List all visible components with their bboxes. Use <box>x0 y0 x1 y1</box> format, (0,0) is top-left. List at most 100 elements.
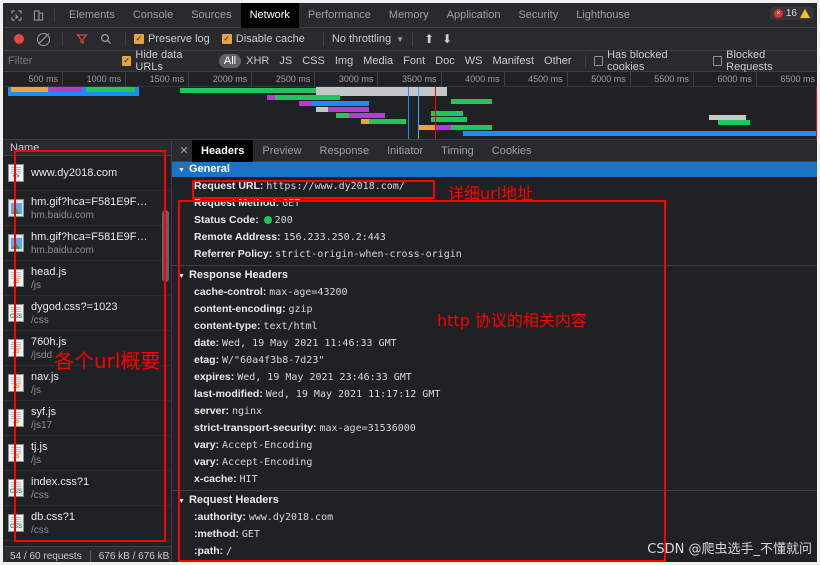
export-har-icon[interactable]: ⬇ <box>439 32 455 46</box>
header-row: etag: W/"60a4f3b8-7d23" <box>172 351 820 368</box>
header-key: last-modified: <box>194 387 266 400</box>
blocked-requests-checkbox[interactable]: Blocked Requests <box>712 49 810 73</box>
filter-type-media[interactable]: Media <box>358 55 398 67</box>
section-general[interactable]: ▼ General <box>172 162 820 177</box>
filter-type-img[interactable]: Img <box>330 55 358 67</box>
header-value: nginx <box>231 405 263 417</box>
request-name: bbs_btn.gif <box>31 546 85 547</box>
filter-type-xhr[interactable]: XHR <box>241 55 274 67</box>
filter-type-other[interactable]: Other <box>539 55 577 67</box>
tab-console[interactable]: Console <box>124 3 182 28</box>
request-row-text: dygod.css?=1023/css <box>31 301 118 326</box>
header-value: GET <box>282 197 301 209</box>
network-overview[interactable]: 500 ms 1000 ms 1500 ms 2000 ms 2500 ms 3000 m… <box>0 72 820 140</box>
header-value: GET <box>241 528 260 540</box>
tab-preview[interactable]: Preview <box>253 140 310 162</box>
request-row[interactable]: CSS db.css?1/css <box>0 506 171 541</box>
overview-request-bar <box>348 113 386 118</box>
tab-sources[interactable]: Sources <box>182 3 240 28</box>
filter-input[interactable]: Filter <box>8 55 122 67</box>
preserve-log-checkbox[interactable]: ✓ Preserve log <box>134 33 210 45</box>
timeline-tick: 500 ms <box>0 72 64 87</box>
import-har-icon[interactable]: ⬆ <box>421 32 437 46</box>
filter-funnel-icon[interactable] <box>71 29 93 49</box>
request-row[interactable]: JS syf.js/js17 <box>0 401 171 436</box>
filter-type-font[interactable]: Font <box>398 55 430 67</box>
request-row[interactable]: JS tj.js/js <box>0 436 171 471</box>
filter-type-doc[interactable]: Doc <box>430 55 460 67</box>
header-value: 156.233.250.2:443 <box>283 231 386 243</box>
overview-request-bar <box>10 87 48 92</box>
request-name: hm.gif?hca=F581E9F53930... <box>31 230 149 243</box>
header-key: strict-transport-security: <box>194 421 320 434</box>
header-value: / <box>226 545 233 557</box>
header-key: expires: <box>194 370 238 383</box>
request-row[interactable]: CSS index.css?1/css <box>0 471 171 506</box>
request-row[interactable]: bbs_btn.gif/images <box>0 541 171 547</box>
request-row[interactable]: hm.gif?hca=F581E9F53930...hm.baidu.com <box>0 191 171 226</box>
header-value: strict-origin-when-cross-origin <box>275 248 462 260</box>
toolbar-divider-4 <box>412 32 414 46</box>
tab-lighthouse[interactable]: Lighthouse <box>567 3 639 28</box>
header-value: Wed, 19 May 2021 11:46:33 GMT <box>222 337 397 349</box>
header-key: content-encoding: <box>194 302 289 315</box>
filter-type-js[interactable]: JS <box>274 55 297 67</box>
throttling-select[interactable]: No throttling ▼ <box>332 33 404 45</box>
clear-icon[interactable] <box>32 29 54 49</box>
js-icon: JS <box>8 409 24 427</box>
overview-request-bar <box>49 87 82 92</box>
header-key: date: <box>194 336 223 349</box>
tab-elements[interactable]: Elements <box>60 3 124 28</box>
tab-performance[interactable]: Performance <box>299 3 380 28</box>
header-row: vary: Accept-Encoding <box>172 453 820 470</box>
header-value: www.dy2018.com <box>248 511 334 523</box>
js-icon: JS <box>8 339 24 357</box>
request-name: db.css?1 <box>31 510 76 523</box>
header-value: W/"60a4f3b8-7d23" <box>222 354 325 366</box>
request-row[interactable]: hm.gif?hca=F581E9F53930...hm.baidu.com <box>0 226 171 261</box>
hide-data-urls-checkbox[interactable]: ✓ Hide data URLs <box>121 49 209 73</box>
tab-security[interactable]: Security <box>509 3 567 28</box>
header-key: Request URL: <box>194 179 267 192</box>
annotation-detail-url: 详细url地址 <box>448 184 534 203</box>
request-name: hm.gif?hca=F581E9F53930... <box>31 195 149 208</box>
request-path: /css <box>31 314 49 326</box>
close-icon[interactable]: ✕ <box>176 144 192 157</box>
timeline-tick: 4000 ms <box>442 72 505 87</box>
tab-timing[interactable]: Timing <box>432 140 483 162</box>
tab-cookies[interactable]: Cookies <box>483 140 541 162</box>
request-row[interactable]: JS head.js/js <box>0 261 171 296</box>
header-key: cache-control: <box>194 285 270 298</box>
tab-application[interactable]: Application <box>438 3 510 28</box>
record-icon[interactable] <box>8 29 30 49</box>
column-header-name[interactable]: Name <box>0 140 171 156</box>
issues-badge[interactable]: × 16 <box>769 7 814 20</box>
request-row[interactable]: CSS dygod.css?=1023/css <box>0 296 171 331</box>
disable-cache-checkbox[interactable]: ✓ Disable cache <box>221 33 305 45</box>
filter-type-all[interactable]: All <box>218 54 242 68</box>
tab-network[interactable]: Network <box>240 2 299 28</box>
header-value: max-age=43200 <box>269 286 348 298</box>
css-icon: CSS <box>8 304 24 322</box>
device-toolbar-icon[interactable] <box>27 5 49 25</box>
tabstrip-divider <box>54 8 55 22</box>
section-response-headers[interactable]: ▼ Response Headers <box>172 268 820 283</box>
tab-response[interactable]: Response <box>311 140 379 162</box>
search-icon[interactable] <box>95 29 117 49</box>
request-row[interactable]: <> www.dy2018.com <box>0 156 171 191</box>
tab-headers[interactable]: Headers <box>192 140 254 162</box>
timeline-tick: 5000 ms <box>568 72 631 87</box>
header-key: content-type: <box>194 319 264 332</box>
timeline-marker <box>434 87 436 139</box>
section-request-headers[interactable]: ▼ Request Headers <box>172 493 820 508</box>
filter-type-ws[interactable]: WS <box>460 55 488 67</box>
filter-type-manifest[interactable]: Manifest <box>487 55 539 67</box>
tab-initiator[interactable]: Initiator <box>378 140 432 162</box>
header-value: Wed, 19 May 2021 23:46:33 GMT <box>237 371 412 383</box>
tab-memory[interactable]: Memory <box>380 3 438 28</box>
filter-type-css[interactable]: CSS <box>297 55 330 67</box>
has-blocked-cookies-checkbox[interactable]: Has blocked cookies <box>593 49 703 73</box>
inspect-element-icon[interactable] <box>5 5 27 25</box>
request-row-text: nav.js/js <box>31 371 59 396</box>
list-scrollbar[interactable] <box>162 210 169 282</box>
